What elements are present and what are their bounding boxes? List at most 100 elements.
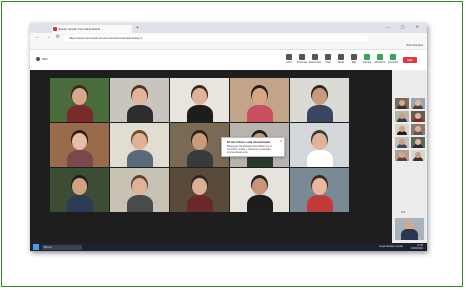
speaker-body (401, 229, 418, 240)
toolbar-button[interactable]: Vista (321, 54, 335, 64)
toolbar-button[interactable]: Más (347, 54, 361, 64)
participant-body (67, 195, 93, 212)
participant-tile[interactable] (230, 168, 289, 212)
thumb-face (399, 113, 405, 119)
participant-body (187, 150, 213, 167)
taskbar-search-input[interactable]: Buscar (42, 244, 82, 250)
toolbar-button[interactable]: Personas (295, 54, 309, 64)
participant-tile[interactable] (290, 123, 349, 167)
participant-face (312, 88, 327, 105)
taskbar-status-text: Llega Naranjo la pulsa (379, 245, 403, 248)
sidebar-pager[interactable]: 1/2 (401, 210, 405, 214)
close-icon[interactable]: ✕ (279, 139, 282, 143)
video-gallery: El micrófono está desactivado Mantenga C… (30, 70, 392, 251)
participant-face (132, 133, 147, 150)
toolbar-icon (364, 54, 370, 60)
browser-tab[interactable]: Sesión Sesión Formativa Estrat... (52, 25, 132, 33)
participant-face (192, 178, 207, 195)
participant-body (247, 195, 273, 212)
tab-favicon-icon (53, 27, 57, 31)
toolbar-icon (351, 54, 357, 60)
participant-tile[interactable] (290, 78, 349, 122)
toolbar-icon (286, 54, 292, 60)
sidebar-participant-thumb[interactable] (411, 124, 425, 135)
notification-title: El micrófono está desactivado (227, 140, 271, 144)
sidebar-participant-thumb[interactable] (395, 150, 409, 161)
browser-tab-bar: Sesión Sesión Formativa Estrat... + — ▢ … (30, 23, 427, 38)
participant-tile[interactable] (170, 78, 229, 122)
participant-face (252, 88, 267, 105)
sidebar-participant-thumb[interactable] (411, 137, 425, 148)
participant-tile[interactable] (290, 168, 349, 212)
toolbar-label: Compartir (387, 61, 399, 64)
toolbar-label: Reacciones (308, 61, 322, 64)
sidebar-participant-thumb[interactable] (395, 124, 409, 135)
thumb-face (415, 152, 421, 158)
participant-tile[interactable] (50, 168, 109, 212)
toolbar-icon (312, 54, 318, 60)
participant-body (187, 195, 213, 212)
sidebar-participant-thumb[interactable] (395, 111, 409, 122)
toolbar-icon (338, 54, 344, 60)
thumb-face (399, 100, 405, 106)
participant-body (67, 105, 93, 122)
record-icon (36, 57, 40, 62)
sidebar-participant-thumb[interactable] (411, 98, 425, 109)
participant-tile[interactable] (50, 123, 109, 167)
toolbar-label: Vista (325, 61, 331, 64)
leave-button[interactable]: Salir (403, 57, 417, 63)
participant-face (192, 88, 207, 105)
sidebar-participant-thumb[interactable] (411, 150, 425, 161)
participant-body (127, 195, 153, 212)
participant-face (132, 88, 147, 105)
toolbar-icon (390, 54, 396, 60)
other-favorites[interactable]: Otros favoritos (406, 42, 423, 49)
participant-tile[interactable] (110, 78, 169, 122)
participant-body (247, 105, 273, 122)
screenshot: Sesión Sesión Formativa Estrat... + — ▢ … (30, 23, 427, 251)
toolbar-label: Cámara (362, 61, 372, 64)
participant-face (72, 178, 87, 195)
system-clock[interactable]: 12:05 20/04/2022 (411, 244, 423, 250)
participant-tile[interactable] (50, 78, 109, 122)
taskbar-app-icons (86, 245, 142, 251)
tab-actions-icon[interactable] (34, 25, 48, 38)
thumb-face (399, 152, 405, 158)
participant-body (127, 105, 153, 122)
toolbar-label: Más (351, 61, 357, 64)
windows-start-icon[interactable] (33, 244, 39, 250)
participant-face (312, 133, 327, 150)
meeting-header: REC Chat Personas Reacciones Vista Notas Más C… (30, 50, 427, 71)
thumb-face (415, 139, 421, 145)
window-controls[interactable]: — ▢ ✕ (386, 24, 424, 29)
sidebar-participant-thumb[interactable] (395, 137, 409, 148)
sidebar-participant-thumb[interactable] (395, 98, 409, 109)
new-tab-button[interactable]: + (136, 25, 139, 32)
participant-face (132, 178, 147, 195)
toolbar-label: Chat (286, 61, 292, 64)
participant-tile[interactable] (110, 123, 169, 167)
toolbar-button[interactable]: Cámara (360, 54, 374, 64)
participant-tile[interactable] (230, 78, 289, 122)
toolbar-button[interactable]: Compartir (386, 54, 400, 64)
nav-buttons[interactable]: ← → ⟳ (35, 34, 62, 41)
thumb-face (415, 113, 421, 119)
toolbar-button[interactable]: Chat (282, 54, 296, 64)
participant-face (252, 178, 267, 195)
toolbar-icon (325, 54, 331, 60)
url-field[interactable]: https://www.microsoft.com/es-es/microsof… (64, 34, 369, 41)
participant-tile[interactable] (170, 168, 229, 212)
participant-tile[interactable] (110, 168, 169, 212)
thumb-face (399, 126, 405, 132)
bookmarks-bar: InicioEl TiempoFrasDPGmailRETOS SPORTING… (30, 42, 427, 50)
participant-body (67, 150, 93, 167)
active-speaker-thumb[interactable] (395, 218, 424, 240)
notification-toast: El micrófono está desactivado Mantenga C… (221, 137, 285, 157)
toolbar-button[interactable]: Micrófono (373, 54, 387, 64)
meeting-info[interactable]: REC (36, 57, 48, 62)
clock-date: 20/04/2022 (411, 247, 423, 250)
sidebar-participant-thumb[interactable] (411, 111, 425, 122)
participant-body (127, 150, 153, 167)
toolbar-button[interactable]: Notas (334, 54, 348, 64)
toolbar-button[interactable]: Reacciones (308, 54, 322, 64)
